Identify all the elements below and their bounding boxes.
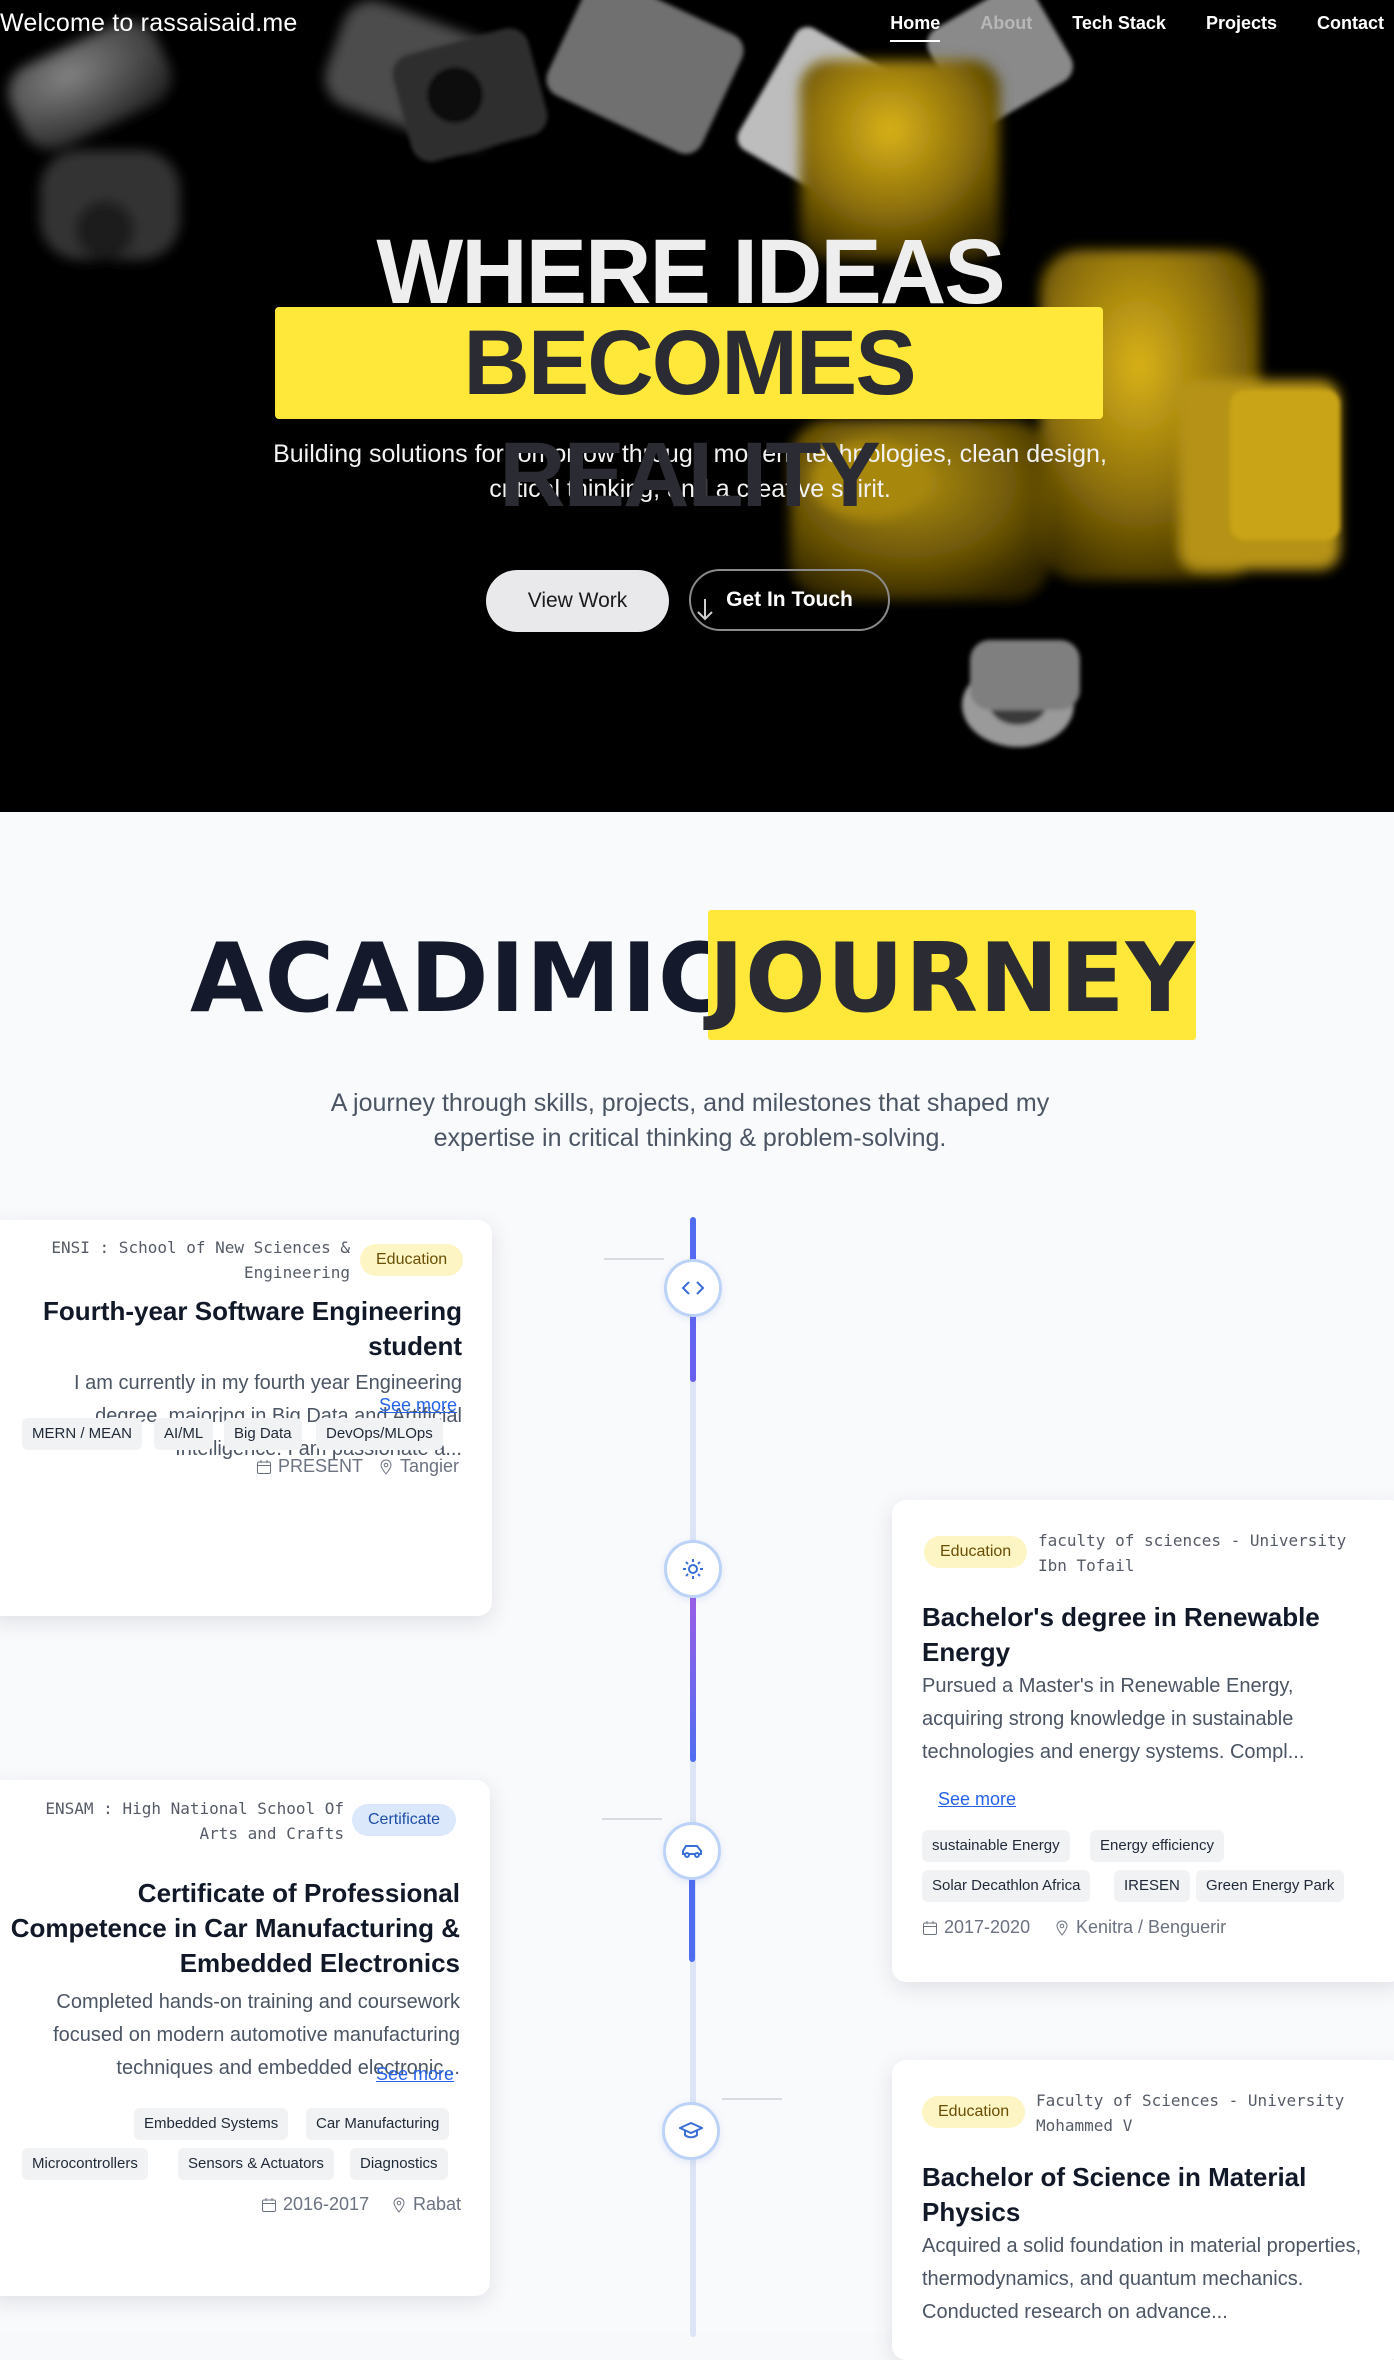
- sun-icon: [683, 1559, 703, 1579]
- see-more-link[interactable]: See more: [379, 1395, 457, 1416]
- card-title: Fourth-year Software Engineering student: [43, 1296, 462, 1361]
- skill-tag: AI/ML: [154, 1418, 214, 1450]
- timeline-connector: [602, 1818, 662, 1820]
- card-title: Certificate of Professional Competence i…: [10, 1878, 460, 1978]
- card-meta-location: Rabat: [391, 2194, 461, 2215]
- card-badge: Certificate: [352, 1804, 457, 1836]
- nav-link-home[interactable]: Home: [890, 13, 941, 42]
- get-in-touch-button[interactable]: Get In Touch: [689, 569, 890, 631]
- skill-tag: Solar Decathlon Africa: [922, 1870, 1091, 1902]
- section-subtitle: A journey through skills, projects, and …: [330, 1089, 1050, 1152]
- card-title: Bachelor's degree in Renewable Energy: [922, 1602, 1320, 1667]
- card-meta-date: 2016-2017: [261, 2194, 369, 2215]
- map-pin-icon: [393, 2197, 405, 2213]
- calendar-icon: [262, 2197, 276, 2212]
- card-badge: Education: [360, 1244, 464, 1276]
- card-institution: Faculty of Sciences - University Mohamme…: [1036, 2091, 1345, 2135]
- card-date: 2017-2020: [944, 1917, 1031, 1937]
- arrow-down-icon: [697, 599, 713, 621]
- map-pin-icon: [1056, 1920, 1068, 1936]
- card-badge: Education: [922, 2096, 1026, 2128]
- code-icon: [681, 1281, 705, 1295]
- skill-tag: MERN / MEAN: [22, 1418, 143, 1450]
- top-navbar: Welcome to rassaisaid.me Home About Tech…: [0, 0, 1394, 50]
- section-title-part1: ACADIMIC: [190, 924, 729, 1034]
- graduation-cap-icon: [679, 2121, 703, 2139]
- card-institution: faculty of sciences - University Ibn Tof…: [1038, 1531, 1347, 1575]
- card-location: Tangier: [400, 1456, 460, 1476]
- skill-tag: Car Manufacturing: [306, 2108, 450, 2140]
- hero-section: Welcome to rassaisaid.me Home About Tech…: [0, 0, 1394, 812]
- card-date: PRESENT: [278, 1456, 364, 1476]
- timeline-connector: [722, 2098, 782, 2100]
- card-institution: ENSI : School of New Sciences & Engineer…: [51, 1238, 350, 1282]
- car-icon: [682, 1845, 702, 1858]
- timeline-connector: [604, 1258, 664, 1260]
- hero-title-line2: BECOMES REALITY: [463, 312, 916, 526]
- timeline-node: [664, 1259, 722, 1317]
- map-pin-icon: [380, 1459, 392, 1475]
- card-location: Kenitra / Benguerir: [1076, 1917, 1227, 1937]
- card-badge: Education: [924, 1536, 1028, 1568]
- calendar-icon: [923, 1920, 937, 1935]
- calendar-icon: [257, 1459, 271, 1474]
- card-description: I am currently in my fourth year Enginee…: [74, 1372, 462, 1460]
- timeline-track: [690, 1217, 696, 2337]
- skill-tag: Green Energy Park: [1196, 1870, 1345, 1902]
- get-in-touch-label: Get In Touch: [726, 588, 853, 611]
- see-more-link[interactable]: See more: [938, 1789, 1016, 1810]
- card-meta-date: PRESENT: [256, 1456, 363, 1477]
- card-title: Bachelor of Science in Material Physics: [922, 2162, 1307, 2227]
- academic-journey-section: ACADIMIC JOURNEY A journey through skill…: [0, 812, 1394, 2360]
- timeline-progress-3: [689, 1872, 695, 1962]
- journey-card: ENSI : School of New Sciences & Engineer…: [0, 1220, 492, 1616]
- card-meta-date: 2017-2020: [922, 1917, 1030, 1938]
- skill-tag: Embedded Systems: [134, 2108, 289, 2140]
- nav-link-contact[interactable]: Contact: [1317, 13, 1384, 34]
- skill-tag: Big Data: [224, 1418, 302, 1450]
- timeline-node: [662, 2102, 720, 2160]
- section-title-part2: JOURNEY: [708, 924, 1196, 1034]
- view-work-label: View Work: [527, 589, 628, 612]
- journey-card: Education Faculty of Sciences - Universi…: [892, 2060, 1394, 2360]
- timeline-node: [663, 1822, 721, 1880]
- nav-link-about[interactable]: About: [980, 13, 1032, 34]
- skill-tag: Energy efficiency: [1090, 1830, 1224, 1862]
- card-meta-location: Kenitra / Benguerir: [1054, 1917, 1226, 1938]
- skill-tag: Microcontrollers: [22, 2148, 148, 2180]
- nav-link-tech-stack[interactable]: Tech Stack: [1072, 13, 1166, 34]
- nav-links: Home About Tech Stack Projects Contact: [850, 13, 1384, 42]
- skill-tag: Diagnostics: [350, 2148, 448, 2180]
- skill-tag: sustainable Energy: [922, 1830, 1070, 1862]
- timeline-node: [664, 1540, 722, 1598]
- skill-tag: Sensors & Actuators: [178, 2148, 334, 2180]
- card-meta-location: Tangier: [378, 1456, 459, 1477]
- nav-link-projects[interactable]: Projects: [1206, 13, 1277, 34]
- view-work-button[interactable]: View Work: [486, 570, 669, 632]
- card-institution: ENSAM : High National School Of Arts and…: [45, 1799, 344, 1843]
- journey-card: ENSAM : High National School Of Arts and…: [0, 1780, 490, 2296]
- card-description: Pursued a Master's in Renewable Energy, …: [922, 1675, 1305, 1763]
- site-brand[interactable]: Welcome to rassaisaid.me: [0, 9, 298, 38]
- card-date: 2016-2017: [283, 2194, 370, 2214]
- card-location: Rabat: [413, 2194, 462, 2214]
- card-description: Acquired a solid foundation in material …: [922, 2235, 1362, 2323]
- see-more-link[interactable]: See more: [376, 2064, 454, 2085]
- skill-tag: IRESEN: [1114, 1870, 1190, 1902]
- skill-tag: DevOps/MLOps: [316, 1418, 443, 1450]
- journey-card: Education faculty of sciences - Universi…: [892, 1500, 1394, 1982]
- timeline-progress-2: [690, 1592, 696, 1762]
